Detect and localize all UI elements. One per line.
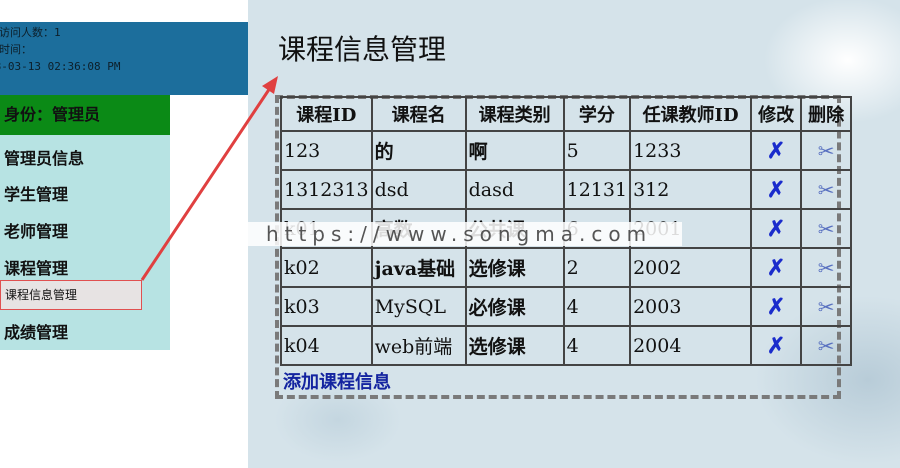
arrow-line <box>140 87 272 281</box>
watermark: https://www.songma.com <box>236 222 682 246</box>
arrow-head <box>262 76 278 94</box>
